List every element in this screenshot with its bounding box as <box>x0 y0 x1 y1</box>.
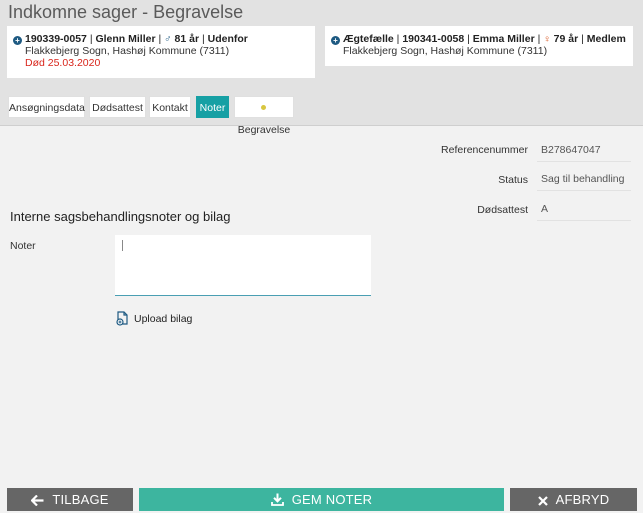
spouse-cpr: 190341-0058 <box>402 33 465 45</box>
save-notes-button[interactable]: GEM NOTER <box>139 488 504 511</box>
case-header: Indkomne sager - Begravelse +190339-0057… <box>0 0 643 136</box>
female-icon: ♀ <box>543 34 551 45</box>
tab-doedsattest[interactable]: Dødsattest <box>89 96 146 118</box>
spouse-age: 79 år <box>553 33 579 45</box>
notes-textarea[interactable] <box>115 235 371 296</box>
download-icon <box>270 493 284 506</box>
back-label: TILBAGE <box>52 492 109 507</box>
notes-section-title: Interne sagsbehandlingsnoter og bilag <box>10 209 231 224</box>
deceased-parish: Flakkebjerg Sogn, Hashøj Kommune (7311) <box>25 45 230 57</box>
certificate-value: A <box>537 197 631 221</box>
cancel-button[interactable]: AFBRYD <box>510 488 637 511</box>
tab-kontakt[interactable]: Kontakt <box>149 96 191 118</box>
close-icon <box>537 496 548 506</box>
upload-file-icon <box>116 311 128 326</box>
certificate-label: Dødsattest <box>477 204 528 216</box>
spouse-parish: Flakkebjerg Sogn, Hashøj Kommune (7311) <box>343 45 548 57</box>
tab-noter[interactable]: Noter <box>196 96 229 118</box>
text-cursor <box>122 240 123 251</box>
back-button[interactable]: TILBAGE <box>7 488 133 511</box>
deceased-name: Glenn Miller <box>95 33 156 45</box>
spouse-card: + Ægtefælle | 190341-0058 | Emma Miller |… <box>325 26 633 66</box>
tab-begravelse[interactable]: Begravelse <box>234 96 294 136</box>
reference-label: Referencenummer <box>441 144 528 156</box>
status-value: Sag til behandling <box>537 167 631 191</box>
deceased-location: Udenfor <box>207 33 248 45</box>
save-label: GEM NOTER <box>291 492 373 507</box>
cancel-label: AFBRYD <box>555 492 610 507</box>
spouse-membership: Medlem <box>586 33 626 45</box>
status-dot-icon <box>260 105 266 110</box>
expand-plus-icon[interactable]: + <box>331 36 340 45</box>
spouse-relation: Ægtefælle <box>343 33 394 45</box>
status-row: Status Sag til behandling <box>0 167 643 191</box>
expand-plus-icon[interactable]: + <box>13 36 22 45</box>
deceased-cpr: 190339-0057 <box>25 33 87 45</box>
deceased-death-date: Død 25.03.2020 <box>25 57 101 69</box>
upload-label: Upload bilag <box>134 313 193 325</box>
deceased-card: +190339-0057 | Glenn Miller | ♂ 81 år | … <box>7 26 315 78</box>
arrow-left-icon <box>30 494 44 507</box>
reference-value: B278647047 <box>537 138 631 162</box>
notes-label: Noter <box>10 240 36 252</box>
tab-begravelse-label: Begravelse <box>237 124 291 136</box>
deceased-age: 81 år <box>174 33 200 45</box>
spouse-name: Emma Miller <box>472 33 535 45</box>
upload-attachment-button[interactable]: Upload bilag <box>116 311 192 326</box>
tab-ansoegningsdata[interactable]: Ansøgningsdata <box>8 96 85 118</box>
reference-row: Referencenummer B278647047 <box>0 138 643 162</box>
male-icon: ♂ <box>164 34 172 45</box>
status-label: Status <box>498 174 528 186</box>
page-title: Indkomne sager - Begravelse <box>8 2 244 22</box>
